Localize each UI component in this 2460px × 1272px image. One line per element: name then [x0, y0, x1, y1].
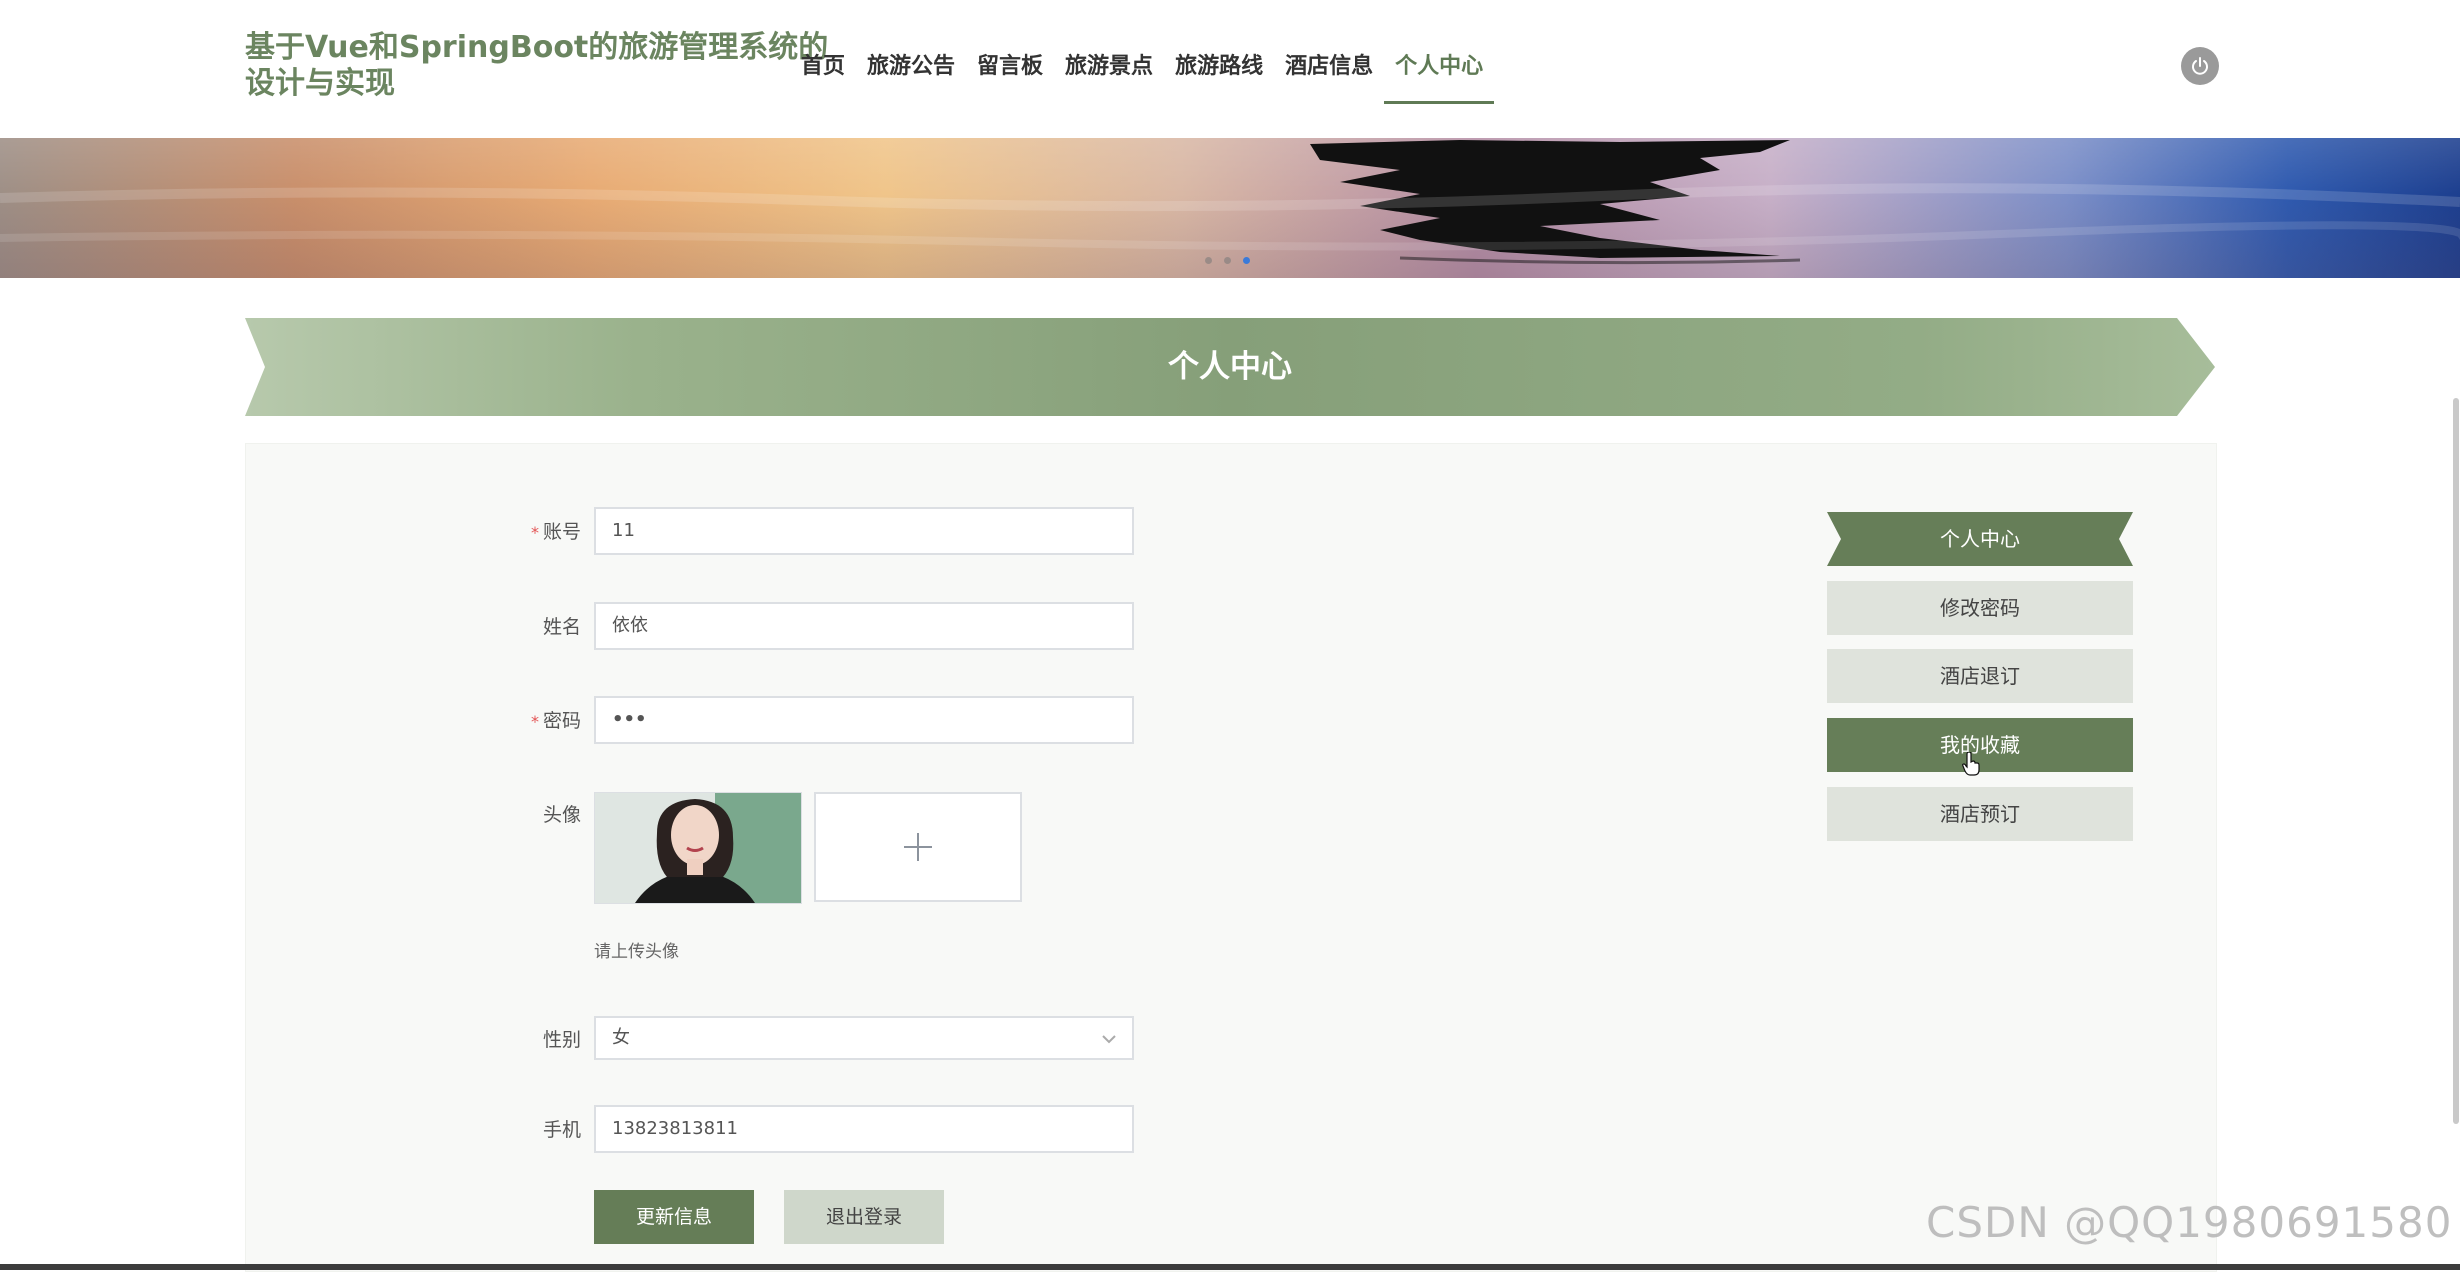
carousel-indicators	[1205, 257, 1250, 264]
gender-select[interactable]: 女	[594, 1016, 1134, 1060]
nav-item-routes[interactable]: 旅游路线	[1164, 0, 1274, 104]
name-label: 姓名	[542, 616, 581, 638]
nav-item-announcements[interactable]: 旅游公告	[856, 0, 966, 104]
banner-carousel[interactable]	[0, 138, 2460, 278]
avatar-upload-hint: 请上传头像	[594, 942, 679, 962]
carousel-dot[interactable]	[1224, 257, 1231, 264]
side-item-personal-center[interactable]: 个人中心	[1827, 512, 2133, 566]
gender-label: 性别	[542, 1029, 581, 1051]
plus-icon	[904, 833, 932, 861]
nav-item-message-board[interactable]: 留言板	[966, 0, 1054, 104]
top-header: 基于Vue和SpringBoot的旅游管理系统的设计与实现 首页 旅游公告 留言…	[0, 0, 2460, 138]
carousel-dot-active[interactable]	[1243, 257, 1250, 264]
carousel-dot[interactable]	[1205, 257, 1212, 264]
power-icon	[2192, 57, 2208, 75]
profile-panel: *账号 11 姓名 依依 *密码 ••• 头像 请上传头像 性别 女 手机	[245, 443, 2217, 1272]
name-input[interactable]: 依依	[594, 602, 1134, 650]
phone-input[interactable]: 13823813811	[594, 1105, 1134, 1153]
nav-item-hotels[interactable]: 酒店信息	[1274, 0, 1384, 104]
chevron-down-icon	[1102, 1035, 1116, 1044]
side-item-change-password[interactable]: 修改密码	[1827, 581, 2133, 635]
account-input[interactable]: 11	[594, 507, 1134, 555]
section-title: 个人中心	[1168, 349, 1292, 385]
bottom-edge	[0, 1264, 2460, 1270]
avatar-label: 头像	[542, 804, 581, 826]
password-input[interactable]: •••	[594, 696, 1134, 744]
nav-item-home[interactable]: 首页	[790, 0, 856, 104]
nav-item-personal-center[interactable]: 个人中心	[1384, 0, 1495, 104]
csdn-watermark: CSDN @QQ1980691580	[1926, 1198, 2453, 1247]
logout-power-button[interactable]	[2181, 47, 2219, 85]
avatar-image[interactable]	[594, 792, 802, 904]
main-nav: 首页 旅游公告 留言板 旅游景点 旅游路线 酒店信息 个人中心	[790, 0, 1495, 104]
site-title: 基于Vue和SpringBoot的旅游管理系统的设计与实现	[245, 30, 829, 101]
side-item-my-favorites[interactable]: 我的收藏	[1827, 718, 2133, 776]
gender-select-value: 女	[612, 1027, 630, 1048]
side-item-hotel-cancel[interactable]: 酒店退订	[1827, 649, 2133, 703]
logout-button[interactable]: 退出登录	[784, 1190, 944, 1244]
nav-item-attractions[interactable]: 旅游景点	[1054, 0, 1164, 104]
side-item-hotel-booking[interactable]: 酒店预订	[1827, 787, 2133, 841]
update-info-button[interactable]: 更新信息	[594, 1190, 754, 1244]
avatar-upload-button[interactable]	[814, 792, 1022, 902]
account-label: * 账号	[530, 521, 581, 543]
page-scrollbar[interactable]	[2453, 398, 2459, 1124]
phone-label: 手机	[542, 1119, 581, 1141]
password-label: * 密码	[530, 710, 581, 732]
hand-cursor-icon	[1962, 752, 1980, 776]
section-title-ribbon: 个人中心	[245, 318, 2215, 416]
